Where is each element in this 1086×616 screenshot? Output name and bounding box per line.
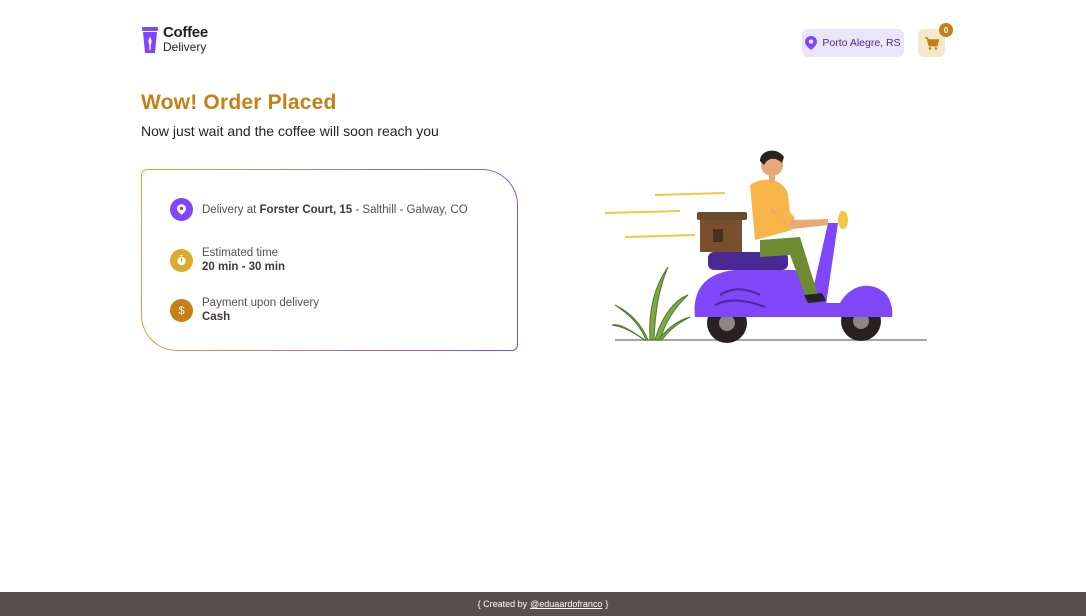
delivery-rest: - Salthill - Galway, CO [355, 203, 468, 216]
page-title: Wow! Order Placed [141, 91, 337, 114]
currency-dollar-icon: $ [170, 298, 193, 322]
estimated-time-row: Estimated time 20 min - 30 min [170, 246, 285, 274]
page-subtitle: Now just wait and the coffee will soon r… [141, 123, 439, 139]
time-value: 20 min - 30 min [202, 261, 286, 273]
footer-prefix: { Created by [477, 599, 528, 609]
payment-row: $ Payment upon delivery Cash [170, 296, 319, 324]
logo-title: Coffee [163, 24, 208, 41]
timer-icon [170, 248, 193, 272]
delivery-prefix: Delivery at [202, 203, 257, 216]
coffee-cup-logo-icon [142, 27, 158, 53]
delivery-street: Forster Court, 15 [259, 203, 353, 216]
time-label: Estimated time [202, 247, 279, 259]
order-info-card: Delivery at Forster Court, 15 - Salthill… [141, 169, 518, 351]
plant-decoration [611, 266, 691, 341]
location-badge[interactable]: Porto Alegre, RS [802, 29, 904, 57]
map-pin-icon [805, 36, 818, 50]
header: Coffee Delivery Porto Alegre, RS 0 [141, 23, 953, 60]
location-text: Porto Alegre, RS [822, 37, 901, 49]
delivery-scooter-illustration [604, 150, 927, 343]
logo-subtitle: Delivery [163, 40, 207, 54]
svg-text:$: $ [178, 305, 184, 316]
shopping-cart-icon [924, 36, 939, 50]
cart-button[interactable]: 0 [918, 23, 953, 57]
footer-suffix: } [605, 599, 609, 609]
cart-count-badge: 0 [939, 23, 953, 37]
footer: { Created by @eduaardofranco } [0, 592, 1086, 616]
payment-label: Payment upon delivery [202, 297, 319, 309]
map-pin-icon [170, 198, 193, 221]
logo[interactable]: Coffee Delivery [141, 24, 208, 54]
author-link[interactable]: @eduaardofranco [530, 599, 602, 609]
delivery-address-row: Delivery at Forster Court, 15 - Salthill… [170, 198, 468, 221]
payment-value: Cash [202, 311, 231, 323]
